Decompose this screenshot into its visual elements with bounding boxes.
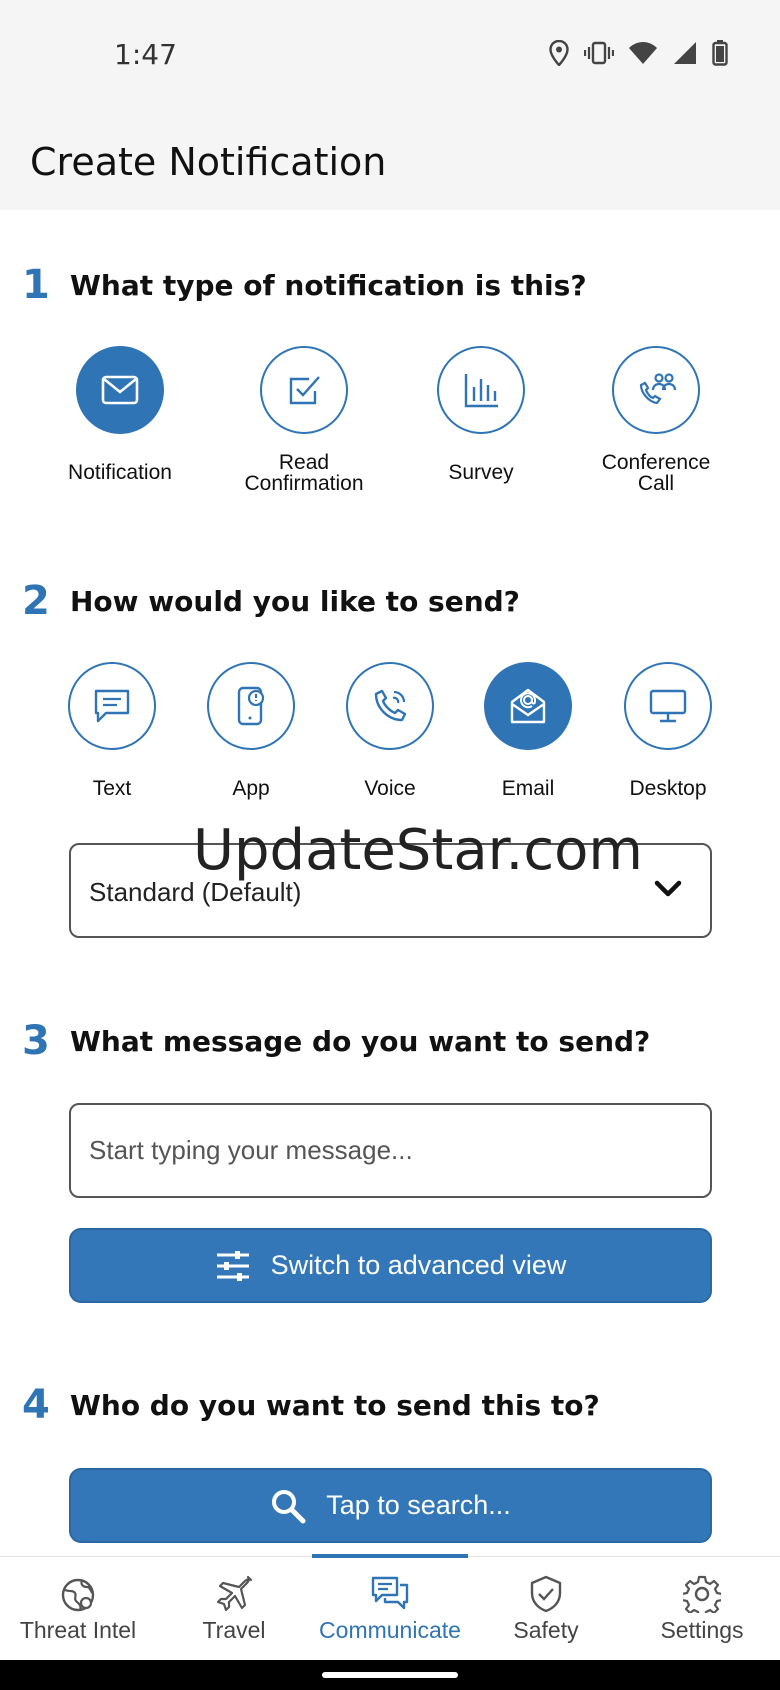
step-3-header: 3 What message do you want to send? [22,1018,650,1064]
recipient-search-label: Tap to search... [326,1490,511,1520]
message-input[interactable] [69,1103,712,1198]
home-gesture-pill[interactable] [322,1672,458,1678]
status-time: 1:47 [114,38,177,71]
send-option-circle[interactable] [207,662,295,750]
step-question: How would you like to send? [70,584,520,618]
type-option-label-line1: Read [278,451,330,474]
type-option-conference-call[interactable]: Conference Call [576,346,736,494]
type-option-circle[interactable] [437,346,525,434]
send-option-label: Desktop [629,777,707,800]
tab-threat-intel[interactable]: Threat Intel [0,1557,156,1661]
step-number: 1 [22,262,50,308]
envelope-icon [101,375,139,405]
tab-label: Communicate [319,1617,461,1643]
sliders-icon [216,1250,249,1281]
tab-label: Safety [513,1617,579,1643]
type-option-label-line2: Call [637,472,675,495]
send-option-label: Text [92,777,132,800]
gear-icon [683,1575,721,1613]
step-1-header: 1 What type of notification is this? [22,262,587,308]
page-title: Create Notification [30,140,387,184]
chevron-down-icon [654,880,682,897]
app-bar: Create Notification [0,110,780,210]
conference-call-icon [639,373,677,405]
status-bar: 1:47 [0,0,780,110]
tab-label: Travel [202,1617,266,1643]
send-option-text[interactable]: Text [32,662,192,799]
wifi-icon [629,42,657,64]
send-option-desktop[interactable]: Desktop [588,662,748,799]
bottom-tab-bar: Threat Intel Travel Communicate Safety S… [0,1556,780,1660]
step-number: 2 [22,578,50,624]
recipient-search-button[interactable]: Tap to search... [69,1468,712,1543]
tab-settings[interactable]: Settings [624,1557,780,1661]
location-icon [549,40,569,66]
shield-check-icon [530,1575,562,1613]
type-option-survey[interactable]: Survey [401,346,561,483]
tab-label: Threat Intel [19,1617,137,1643]
advanced-view-label: Switch to advanced view [270,1250,567,1280]
step-number: 3 [22,1018,50,1064]
send-option-label: Voice [364,777,416,800]
battery-icon [712,40,728,66]
type-option-circle[interactable] [260,346,348,434]
signal-icon [674,42,696,64]
tab-communicate[interactable]: Communicate [312,1557,468,1661]
step-question: Who do you want to send this to? [70,1388,600,1422]
phone-alert-icon [237,686,265,726]
type-option-circle[interactable] [612,346,700,434]
send-option-circle[interactable] [624,662,712,750]
bar-chart-icon [464,374,498,408]
send-option-app[interactable]: App [171,662,331,799]
tab-safety[interactable]: Safety [468,1557,624,1661]
monitor-icon [649,689,687,723]
type-option-label: Survey [448,461,514,484]
step-question: What type of notification is this? [70,268,587,302]
email-at-icon [510,688,546,724]
send-option-label: Email [501,777,555,800]
checkbox-icon [289,376,320,405]
chat-bubble-icon [94,689,130,723]
step-question: What message do you want to send? [70,1024,651,1058]
status-icons [548,40,728,66]
airplane-icon [216,1575,253,1612]
send-option-circle[interactable] [68,662,156,750]
step-4-header: 4 Who do you want to send this to? [22,1382,600,1428]
type-option-circle[interactable] [76,346,164,434]
vibrate-icon [584,41,614,65]
phone-call-icon [374,689,407,722]
type-option-label-line1: Conference [601,451,711,474]
send-option-circle[interactable] [484,662,572,750]
send-option-label: App [232,777,270,800]
type-option-label-line2: Confirmation [244,472,364,495]
system-nav-bar [0,1660,780,1690]
search-icon [272,1489,306,1523]
type-option-read-confirmation[interactable]: Read Confirmation [224,346,384,494]
step-number: 4 [22,1382,50,1428]
globe-icon [61,1578,95,1612]
type-option-notification[interactable]: Notification [40,346,200,483]
send-option-email[interactable]: Email [448,662,608,799]
send-option-voice[interactable]: Voice [310,662,470,799]
tab-travel[interactable]: Travel [156,1557,312,1661]
advanced-view-button[interactable]: Switch to advanced view [69,1228,712,1303]
step-2-header: 2 How would you like to send? [22,578,520,624]
active-tab-indicator [312,1554,468,1558]
chat-bubbles-icon [371,1576,409,1610]
watermark: UpdateStar.com [193,818,643,883]
type-option-label: Notification [68,461,172,484]
send-option-circle[interactable] [346,662,434,750]
tab-label: Settings [660,1617,744,1643]
